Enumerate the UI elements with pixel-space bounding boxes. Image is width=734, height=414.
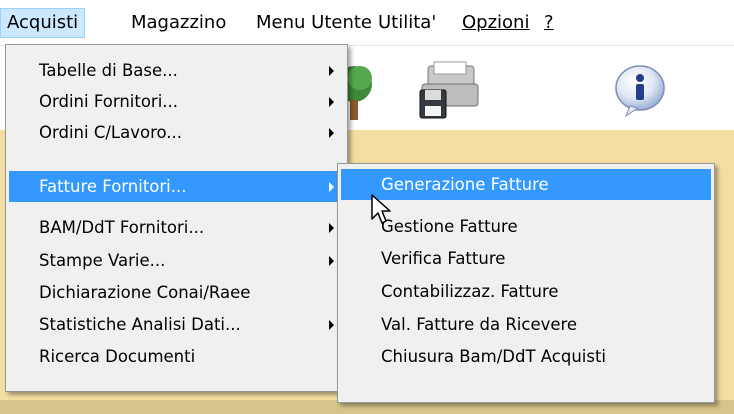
menu-item-chiusura-bam-ddt-acquisti[interactable]: Chiusura Bam/DdT Acquisti xyxy=(341,341,711,372)
menu-item-label: Chiusura Bam/DdT Acquisti xyxy=(381,347,607,366)
menu-item-gestione-fatture[interactable]: Gestione Fatture xyxy=(341,211,711,242)
mouse-cursor-icon xyxy=(370,193,392,229)
menu-item-dichiarazione-conai-raee[interactable]: Dichiarazione Conai/Raee xyxy=(9,277,344,308)
submenu-arrow-icon xyxy=(329,66,334,76)
menu-bar: Acquisti Magazzino Menu Utente Utilita' … xyxy=(0,0,734,46)
menubar-utilita[interactable]: Utilita' xyxy=(372,8,442,38)
submenu-arrow-icon xyxy=(329,182,334,192)
menu-item-ordini-fornitori[interactable]: Ordini Fornitori... xyxy=(9,86,344,117)
menu-item-label: Ordini Fornitori... xyxy=(39,92,179,111)
menu-item-val-fatture-da-ricevere[interactable]: Val. Fatture da Ricevere xyxy=(341,309,711,340)
menu-item-stampe-varie[interactable]: Stampe Varie... xyxy=(9,245,344,276)
menu-item-label: Dichiarazione Conai/Raee xyxy=(39,283,251,302)
menubar-opzioni[interactable]: Opzioni xyxy=(456,8,535,38)
submenu-arrow-icon xyxy=(329,128,334,138)
fatture-submenu: Generazione Fatture Gestione Fatture Ver… xyxy=(337,163,715,403)
acquisti-menu: Tabelle di Base... Ordini Fornitori... O… xyxy=(5,44,348,392)
menu-item-ricerca-documenti[interactable]: Ricerca Documenti xyxy=(9,341,344,372)
menu-item-label: Verifica Fatture xyxy=(381,249,506,268)
menu-item-label: Ricerca Documenti xyxy=(39,347,196,366)
menu-item-label: Fatture Fornitori... xyxy=(39,177,187,196)
menu-item-label: Gestione Fatture xyxy=(381,217,518,236)
menubar-acquisti[interactable]: Acquisti xyxy=(0,8,86,38)
menu-item-fatture-fornitori[interactable]: Fatture Fornitori... xyxy=(9,171,344,202)
menu-item-label: BAM/DdT Fornitori... xyxy=(39,218,205,237)
submenu-arrow-icon xyxy=(329,320,334,330)
floppy-disk-icon[interactable] xyxy=(412,60,484,128)
menu-item-label: Tabelle di Base... xyxy=(39,61,178,80)
submenu-arrow-icon xyxy=(329,97,334,107)
menu-item-label: Stampe Varie... xyxy=(39,251,166,270)
menu-item-contabilizzaz-fatture[interactable]: Contabilizzaz. Fatture xyxy=(341,276,711,307)
info-icon[interactable] xyxy=(612,62,668,122)
menu-item-label: Contabilizzaz. Fatture xyxy=(381,282,559,301)
menu-item-label: Statistiche Analisi Dati... xyxy=(39,315,241,334)
menubar-magazzino[interactable]: Magazzino xyxy=(125,8,232,38)
menu-item-label: Val. Fatture da Ricevere xyxy=(381,315,578,334)
menu-item-ordini-c-lavoro[interactable]: Ordini C/Lavoro... xyxy=(9,117,344,148)
submenu-arrow-icon xyxy=(329,223,334,233)
menu-item-bam-ddt-fornitori[interactable]: BAM/DdT Fornitori... xyxy=(9,212,344,243)
menu-item-label: Ordini C/Lavoro... xyxy=(39,123,183,142)
menubar-help[interactable]: ? xyxy=(538,8,560,38)
menu-item-verifica-fatture[interactable]: Verifica Fatture xyxy=(341,243,711,274)
submenu-arrow-icon xyxy=(329,256,334,266)
menu-item-tabelle-di-base[interactable]: Tabelle di Base... xyxy=(9,55,344,86)
menu-item-statistiche-analisi-dati[interactable]: Statistiche Analisi Dati... xyxy=(9,309,344,340)
menu-item-label: Generazione Fatture xyxy=(381,175,549,194)
menu-item-generazione-fatture[interactable]: Generazione Fatture xyxy=(341,169,711,200)
menubar-menu-utente[interactable]: Menu Utente xyxy=(250,8,378,38)
